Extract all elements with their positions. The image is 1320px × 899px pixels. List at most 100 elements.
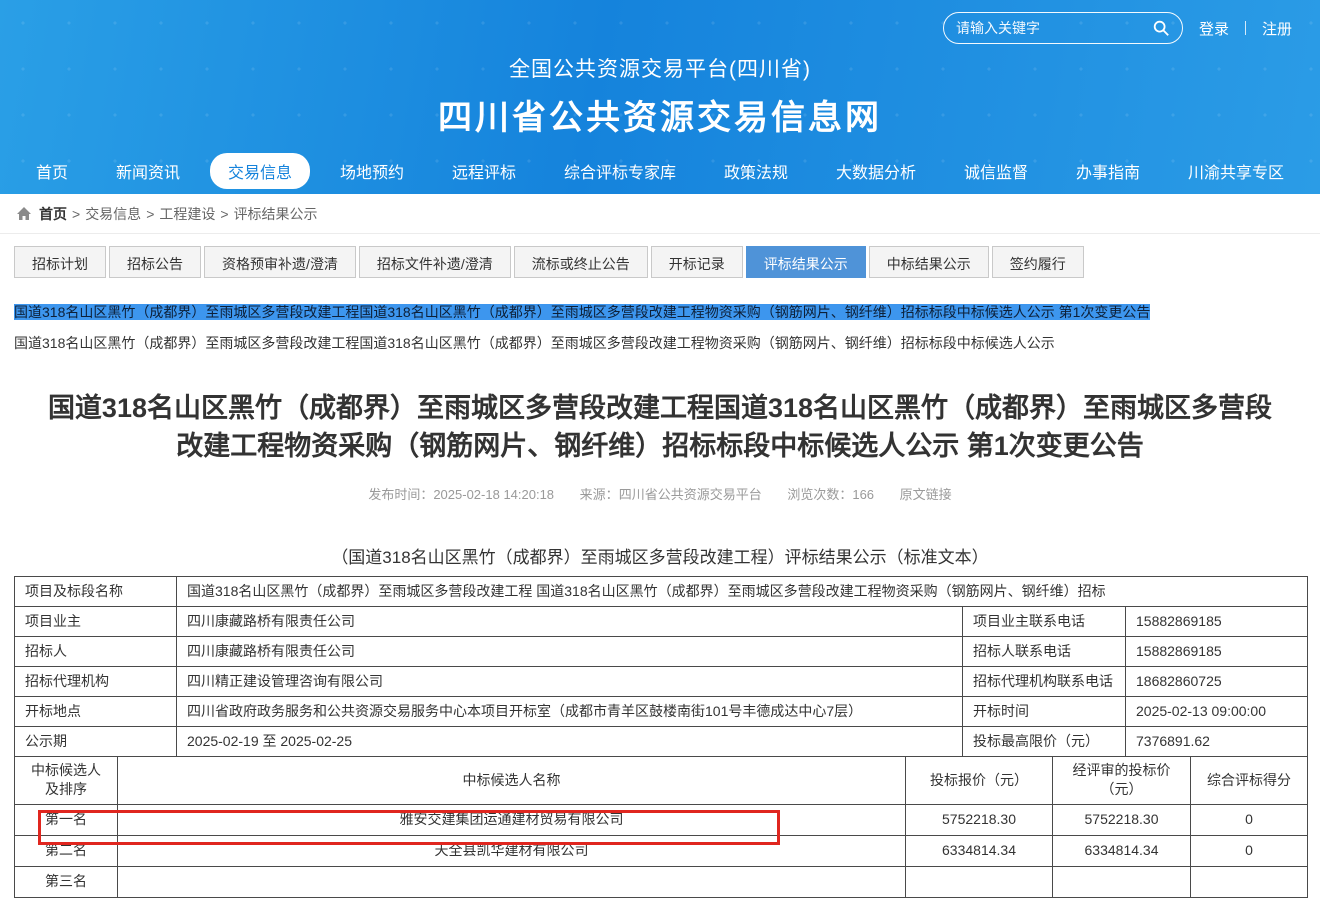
candidate-score-cell: 0 [1191, 804, 1308, 835]
header-bid: 投标报价（元） [906, 756, 1053, 804]
candidate-rank-cell: 第二名 [15, 835, 118, 866]
header-score: 综合评标得分 [1191, 756, 1308, 804]
auth-divider [1245, 21, 1246, 35]
header-rank: 中标候选人及排序 [15, 756, 118, 804]
main-nav: 首页 新闻资讯 交易信息 场地预约 远程评标 综合评标专家库 政策法规 大数据分… [0, 148, 1320, 194]
candidate-bid-cell: 6334814.34 [906, 835, 1053, 866]
candidate-reviewed-cell: 5752218.30 [1053, 804, 1191, 835]
candidates-header-row: 中标候选人及排序 中标候选人名称 投标报价（元） 经评审的投标价（元） 综合评标… [15, 756, 1308, 804]
source-value: 四川省公共资源交易平台 [619, 487, 762, 502]
page-title: 国道318名山区黑竹（成都界）至雨城区多营段改建工程国道318名山区黑竹（成都界… [40, 390, 1280, 466]
candidate-rank-cell: 第三名 [15, 866, 118, 897]
candidate-row-1: 第一名 雅安交建集团运通建材贸易有限公司 5752218.30 5752218.… [15, 804, 1308, 835]
nav-big-data[interactable]: 大数据分析 [818, 153, 934, 189]
breadcrumb-trading-info[interactable]: 交易信息 [85, 204, 141, 224]
venue-value: 四川省政府政务服务和公共资源交易服务中心本项目开标室（成都市青羊区鼓楼南街101… [177, 696, 963, 726]
nav-integrity-supervision[interactable]: 诚信监督 [946, 153, 1046, 189]
bidder-phone-label: 招标人联系电话 [963, 636, 1126, 666]
register-link[interactable]: 注册 [1262, 18, 1292, 39]
header-reviewed: 经评审的投标价（元） [1053, 756, 1191, 804]
nav-policies[interactable]: 政策法规 [706, 153, 806, 189]
max-price-label: 投标最高限价（元） [963, 726, 1126, 756]
header-name: 中标候选人名称 [118, 756, 906, 804]
home-icon [16, 206, 32, 222]
nav-remote-evaluation[interactable]: 远程评标 [434, 153, 534, 189]
nav-news[interactable]: 新闻资讯 [98, 153, 198, 189]
candidate-row-3: 第三名 [15, 866, 1308, 897]
project-name-value: 国道318名山区黑竹（成都界）至雨城区多营段改建工程 国道318名山区黑竹（成都… [177, 576, 1308, 606]
result-tables: 项目及标段名称 国道318名山区黑竹（成都界）至雨城区多营段改建工程 国道318… [14, 576, 1306, 898]
breadcrumb-engineering[interactable]: 工程建设 [159, 204, 215, 224]
doc-link-selected[interactable]: 国道318名山区黑竹（成都界）至雨城区多营段改建工程国道318名山区黑竹（成都界… [14, 302, 1306, 323]
agency-phone-value: 18682860725 [1126, 666, 1308, 696]
document-links: 国道318名山区黑竹（成都界）至雨城区多营段改建工程国道318名山区黑竹（成都界… [0, 278, 1320, 354]
owner-phone-label: 项目业主联系电话 [963, 606, 1126, 636]
candidate-score-cell: 0 [1191, 835, 1308, 866]
site-header: 登录 注册 全国公共资源交易平台(四川省) 四川省公共资源交易信息网 首页 新闻… [0, 0, 1320, 194]
candidate-row-2: 第二名 天全县凯华建材有限公司 6334814.34 6334814.34 0 [15, 835, 1308, 866]
tab-failed-or-terminated[interactable]: 流标或终止公告 [514, 246, 648, 278]
tab-bidding-plan[interactable]: 招标计划 [14, 246, 106, 278]
breadcrumb: 首页> 交易信息> 工程建设> 评标结果公示 [0, 194, 1320, 234]
tab-award-result[interactable]: 中标结果公示 [869, 246, 989, 278]
nav-home[interactable]: 首页 [18, 153, 86, 189]
tab-bidding-announcement[interactable]: 招标公告 [109, 246, 201, 278]
venue-label: 开标地点 [15, 696, 177, 726]
table-row: 项目及标段名称 国道318名山区黑竹（成都界）至雨城区多营段改建工程 国道318… [15, 576, 1308, 606]
article-meta: 发布时间：2025-02-18 14:20:18 来源：四川省公共资源交易平台 … [0, 484, 1320, 503]
tab-prequalification-addendum[interactable]: 资格预审补遗/澄清 [204, 246, 356, 278]
breadcrumb-separator: > [146, 206, 154, 222]
table-row: 招标代理机构 四川精正建设管理咨询有限公司 招标代理机构联系电话 1868286… [15, 666, 1308, 696]
platform-title: 全国公共资源交易平台(四川省) [0, 53, 1320, 83]
candidate-name-cell: 雅安交建集团运通建材贸易有限公司 [118, 804, 906, 835]
agency-phone-label: 招标代理机构联系电话 [963, 666, 1126, 696]
tab-bid-opening-record[interactable]: 开标记录 [651, 246, 743, 278]
nav-guide[interactable]: 办事指南 [1058, 153, 1158, 189]
doc-link-plain[interactable]: 国道318名山区黑竹（成都界）至雨城区多营段改建工程国道318名山区黑竹（成都界… [14, 333, 1306, 354]
tab-evaluation-result[interactable]: 评标结果公示 [746, 246, 866, 278]
candidate-reviewed-cell [1053, 866, 1191, 897]
table-row: 招标人 四川康藏路桥有限责任公司 招标人联系电话 15882869185 [15, 636, 1308, 666]
breadcrumb-separator: > [220, 206, 228, 222]
table-row: 公示期 2025-02-19 至 2025-02-25 投标最高限价（元） 73… [15, 726, 1308, 756]
header-top: 登录 注册 [0, 10, 1320, 44]
owner-value: 四川康藏路桥有限责任公司 [177, 606, 963, 636]
view-count: 浏览次数：166 [787, 487, 874, 502]
tabs-bar: 招标计划 招标公告 资格预审补遗/澄清 招标文件补遗/澄清 流标或终止公告 开标… [0, 234, 1320, 278]
nav-trading-info[interactable]: 交易信息 [210, 153, 310, 189]
breadcrumb-evaluation-result[interactable]: 评标结果公示 [234, 204, 318, 224]
breadcrumb-home[interactable]: 首页 [39, 204, 67, 224]
publish-time: 发布时间：2025-02-18 14:20:18 [368, 487, 554, 502]
table-row: 开标地点 四川省政府政务服务和公共资源交易服务中心本项目开标室（成都市青羊区鼓楼… [15, 696, 1308, 726]
publicity-value: 2025-02-19 至 2025-02-25 [177, 726, 963, 756]
project-info-table: 项目及标段名称 国道318名山区黑竹（成都界）至雨城区多营段改建工程 国道318… [14, 576, 1308, 757]
open-time-value: 2025-02-13 09:00:00 [1126, 696, 1308, 726]
view-count-value: 166 [852, 487, 874, 502]
search-input[interactable] [956, 20, 1152, 36]
tab-contract-performance[interactable]: 签约履行 [992, 246, 1084, 278]
candidate-name-cell [118, 866, 906, 897]
site-title: 四川省公共资源交易信息网 [0, 90, 1320, 139]
candidate-bid-cell [906, 866, 1053, 897]
tab-bid-document-addendum[interactable]: 招标文件补遗/澄清 [359, 246, 511, 278]
search-box [943, 12, 1183, 44]
table-row: 项目业主 四川康藏路桥有限责任公司 项目业主联系电话 15882869185 [15, 606, 1308, 636]
nav-sichuan-chongqing[interactable]: 川渝共享专区 [1170, 153, 1302, 189]
publish-time-value: 2025-02-18 14:20:18 [433, 487, 554, 502]
source: 来源：四川省公共资源交易平台 [580, 487, 762, 502]
nav-venue-booking[interactable]: 场地预约 [322, 153, 422, 189]
bidder-phone-value: 15882869185 [1126, 636, 1308, 666]
candidate-bid-cell: 5752218.30 [906, 804, 1053, 835]
search-icon[interactable] [1152, 19, 1170, 37]
view-count-label: 浏览次数： [787, 487, 852, 502]
owner-label: 项目业主 [15, 606, 177, 636]
bidder-value: 四川康藏路桥有限责任公司 [177, 636, 963, 666]
candidate-score-cell [1191, 866, 1308, 897]
candidate-name-cell: 天全县凯华建材有限公司 [118, 835, 906, 866]
candidate-rank-cell: 第一名 [15, 804, 118, 835]
candidate-reviewed-cell: 6334814.34 [1053, 835, 1191, 866]
original-link[interactable]: 原文链接 [900, 487, 952, 502]
login-link[interactable]: 登录 [1199, 18, 1229, 39]
nav-expert-database[interactable]: 综合评标专家库 [546, 153, 694, 189]
publicity-label: 公示期 [15, 726, 177, 756]
